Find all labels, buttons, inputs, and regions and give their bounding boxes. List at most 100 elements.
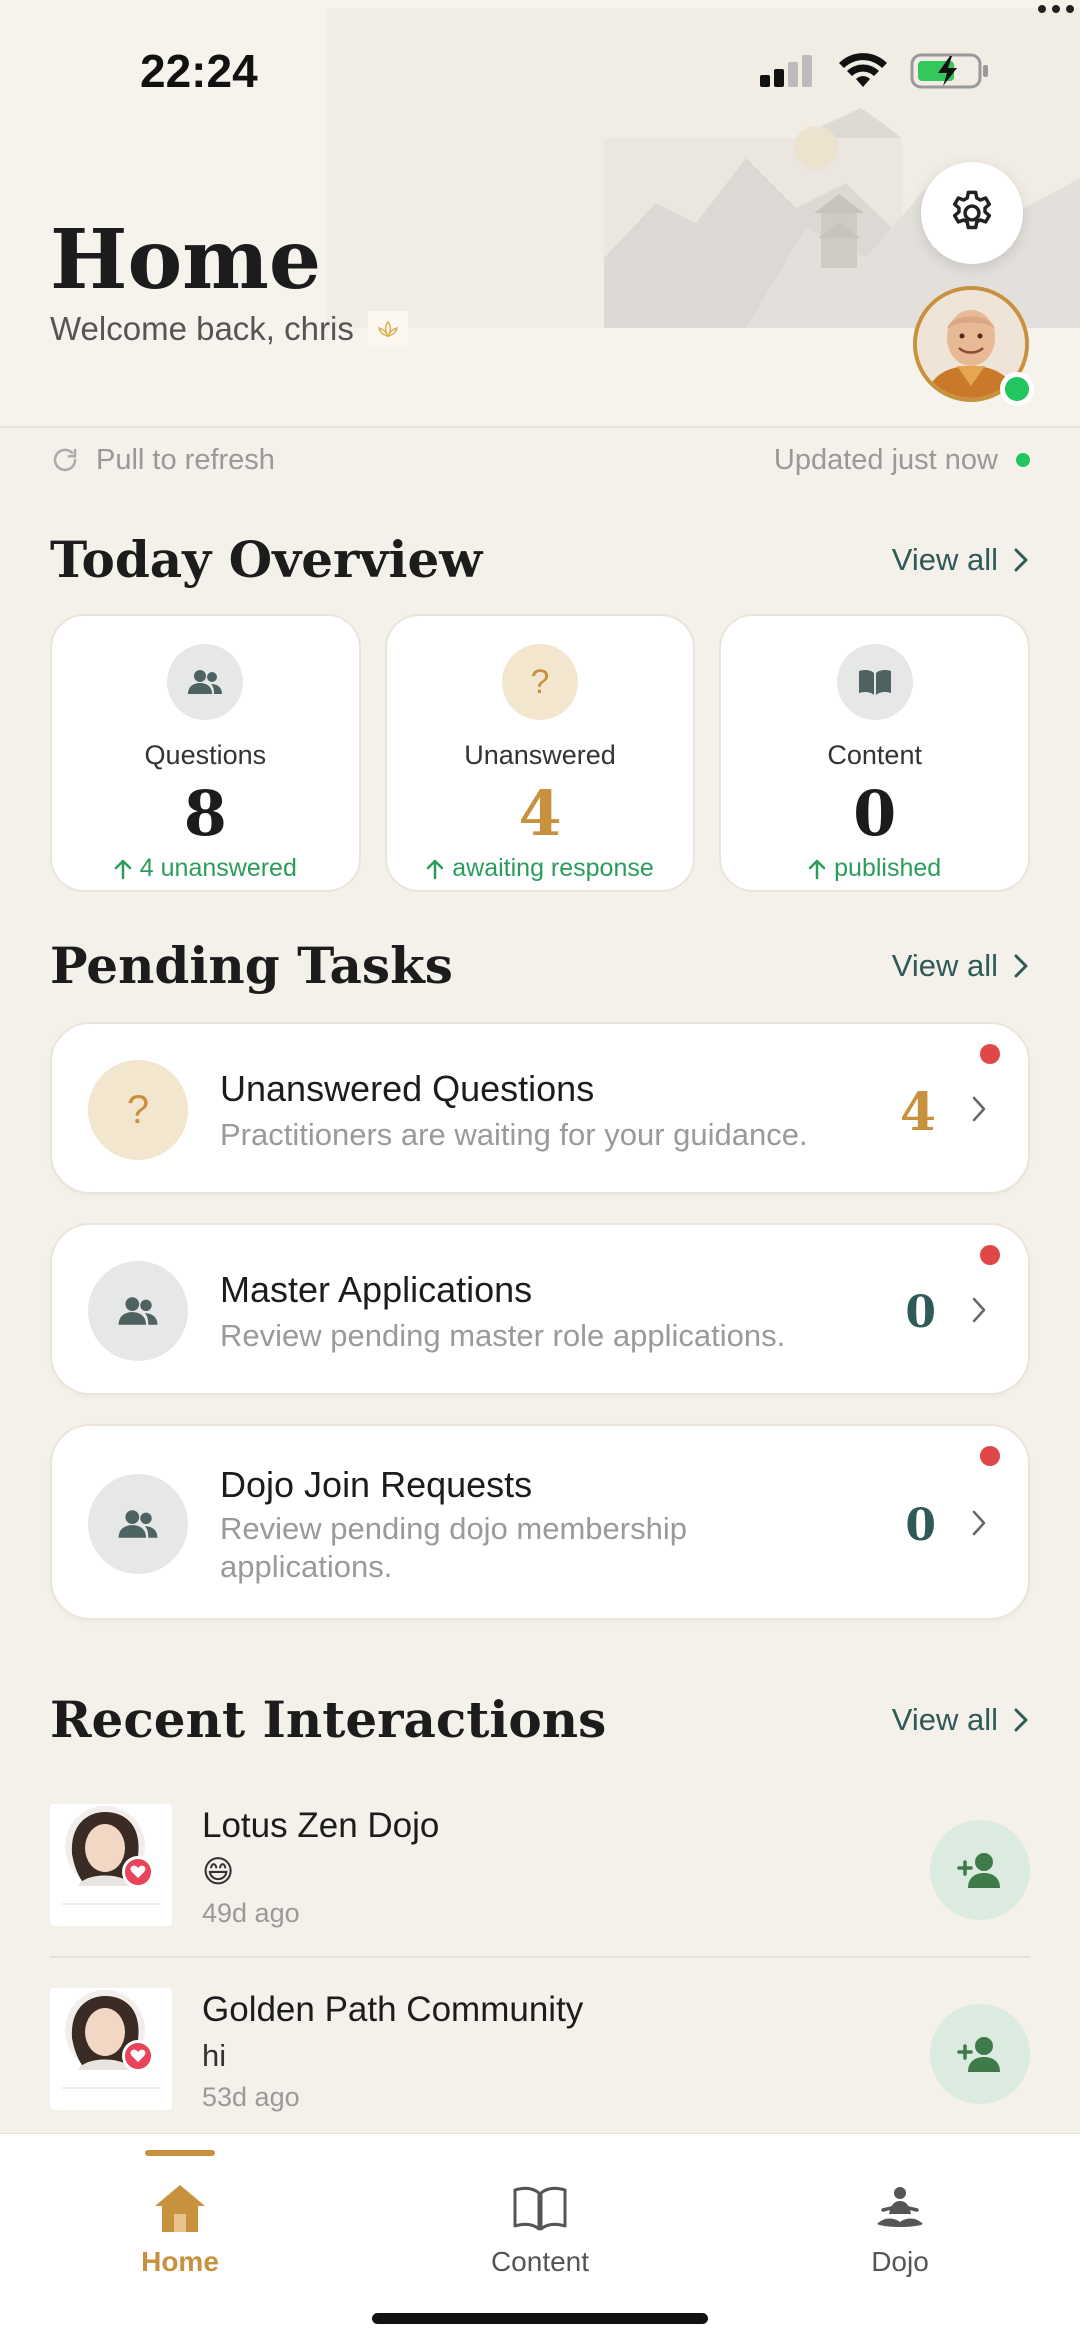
overview-card-sub-text: awaiting response [452, 854, 654, 882]
online-status-dot [1000, 372, 1034, 406]
view-all-label: View all [891, 541, 998, 577]
overview-card-content[interactable]: Content 0 published [719, 614, 1031, 892]
book-icon [836, 644, 913, 720]
pull-to-refresh-label: Pull to refresh [96, 443, 275, 476]
add-user-icon [957, 2037, 1000, 2072]
nav-item-content[interactable]: Content [360, 2134, 720, 2294]
task-dojo-join-requests[interactable]: Dojo Join Requests Review pending dojo m… [50, 1424, 1030, 1620]
nav-label: Home [141, 2246, 219, 2277]
overview-card-label: Questions [144, 740, 267, 770]
add-user-icon [957, 1853, 1000, 1888]
chevron-right-icon [1014, 1708, 1028, 1731]
overview-card-sub-text: published [834, 854, 942, 882]
overview-card-value: 8 [183, 777, 227, 850]
task-count: 4 [899, 1082, 936, 1143]
heart-icon [122, 1856, 154, 1888]
overview-card-sub: published [808, 854, 941, 883]
overview-view-all-link[interactable]: View all [892, 542, 1030, 578]
task-master-applications[interactable]: Master Applications Review pending maste… [50, 1223, 1030, 1395]
interaction-message: hi [202, 2038, 227, 2073]
question-icon: ? [88, 1060, 188, 1160]
interaction-avatar [50, 1804, 172, 1926]
nav-item-dojo[interactable]: Dojo [720, 2134, 1080, 2294]
battery-icon [910, 53, 988, 89]
overview-card-unanswered[interactable]: ? Unanswered 4 awaiting response [384, 614, 696, 892]
updated-status: Updated just now [774, 444, 1030, 477]
refresh-row: Pull to refresh Updated just now [50, 440, 1030, 480]
overview-card-label: Unanswered [464, 740, 616, 770]
overview-card-value: 0 [853, 777, 897, 850]
chevron-right-icon [1014, 954, 1028, 977]
overview-title: Today Overview [50, 530, 483, 589]
nav-label: Dojo [871, 2246, 929, 2277]
interaction-avatar [50, 1988, 172, 2110]
overview-card-questions[interactable]: Questions 8 4 unanswered [50, 614, 361, 892]
notification-dot [980, 1245, 1000, 1265]
interaction-title: Golden Path Community [202, 1990, 584, 2029]
nav-item-home[interactable]: Home [0, 2134, 360, 2294]
pending-section-header: Pending Tasks View all [50, 936, 1030, 995]
book-open-icon [511, 2180, 569, 2236]
overview-card-sub: 4 unanswered [114, 854, 297, 883]
task-unanswered-questions[interactable]: ? Unanswered Questions Practitioners are… [50, 1022, 1030, 1194]
more-dots-icon [1036, 2, 1076, 20]
pull-to-refresh[interactable]: Pull to refresh [50, 444, 275, 477]
people-icon [167, 644, 244, 720]
status-time: 22:24 [140, 45, 258, 97]
interaction-item[interactable]: Golden Path Community hi 53d ago [50, 1988, 1030, 2138]
meditation-icon [875, 2180, 925, 2236]
question-icon: ? [502, 644, 578, 720]
view-all-label: View all [891, 1701, 998, 1737]
overview-card-sub-text: 4 unanswered [139, 854, 297, 882]
people-icon [88, 1474, 188, 1574]
interaction-title: Lotus Zen Dojo [202, 1806, 440, 1845]
notification-dot [980, 1446, 1000, 1466]
status-icons [760, 52, 990, 90]
heart-icon [122, 2040, 154, 2072]
overview-section-header: Today Overview View all [50, 530, 1030, 589]
arrow-up-icon [427, 859, 444, 879]
page-title: Home [50, 212, 322, 308]
updated-label: Updated just now [773, 443, 998, 476]
refresh-icon [53, 448, 77, 472]
chevron-right-icon [970, 1094, 988, 1129]
interaction-time: 49d ago [202, 1898, 300, 1928]
view-all-label: View all [891, 947, 998, 983]
settings-button[interactable] [921, 162, 1023, 264]
list-divider [50, 1956, 1030, 1958]
chevron-right-icon [970, 1295, 988, 1330]
welcome-row: Welcome back, chris [50, 310, 408, 348]
recent-title: Recent Interactions [50, 1690, 607, 1749]
lotus-icon [367, 311, 408, 347]
task-title: Unanswered Questions [220, 1068, 595, 1109]
interaction-time: 53d ago [202, 2082, 300, 2112]
chevron-right-icon [970, 1508, 988, 1543]
people-icon [88, 1261, 188, 1361]
pending-view-all-link[interactable]: View all [892, 948, 1030, 984]
home-indicator [372, 2313, 708, 2324]
welcome-text: Welcome back, chris [50, 310, 354, 347]
overview-card-sub: awaiting response [426, 854, 654, 883]
bottom-nav: Home Content Dojo [0, 2133, 1080, 2340]
recent-section-header: Recent Interactions View all [50, 1690, 1030, 1749]
overview-cards: Questions 8 4 unanswered ? Unanswered 4 … [50, 614, 1031, 892]
overview-card-value: 4 [518, 777, 562, 850]
arrow-up-icon [808, 859, 826, 879]
pending-title: Pending Tasks [50, 936, 453, 995]
interaction-item[interactable]: Lotus Zen Dojo 😄 49d ago [50, 1804, 1030, 1954]
interaction-message: 😄 [202, 1854, 235, 1889]
add-user-button[interactable] [930, 2004, 1030, 2104]
chevron-right-icon [1014, 548, 1028, 571]
add-user-button[interactable] [930, 1820, 1030, 1920]
task-title: Master Applications [220, 1269, 533, 1310]
nav-label: Content [490, 2246, 590, 2277]
updated-status-dot [1016, 453, 1030, 467]
wifi-icon [839, 53, 887, 87]
task-description: Practitioners are waiting for your guida… [220, 1117, 808, 1152]
recent-view-all-link[interactable]: View all [892, 1702, 1030, 1738]
overview-card-label: Content [827, 740, 922, 770]
signal-icon [760, 55, 812, 87]
task-title: Dojo Join Requests [220, 1464, 533, 1505]
nav-active-indicator [145, 2150, 215, 2156]
task-count: 0 [905, 1287, 936, 1338]
